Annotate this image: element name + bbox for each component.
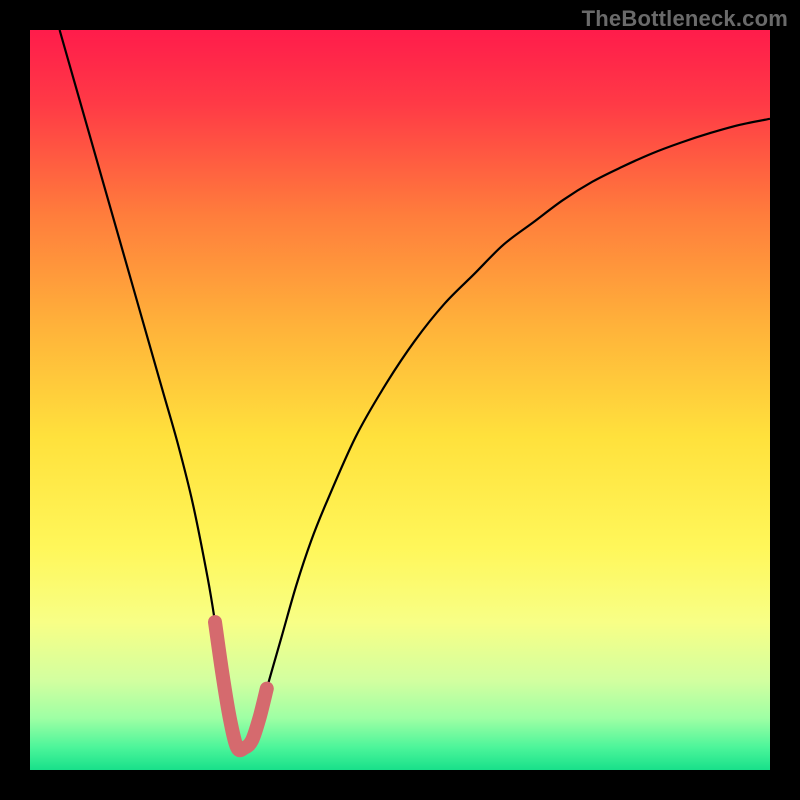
plot-area xyxy=(30,30,770,770)
watermark-text: TheBottleneck.com xyxy=(582,6,788,32)
chart-frame: TheBottleneck.com xyxy=(0,0,800,800)
gradient-background xyxy=(30,30,770,770)
chart-svg xyxy=(30,30,770,770)
